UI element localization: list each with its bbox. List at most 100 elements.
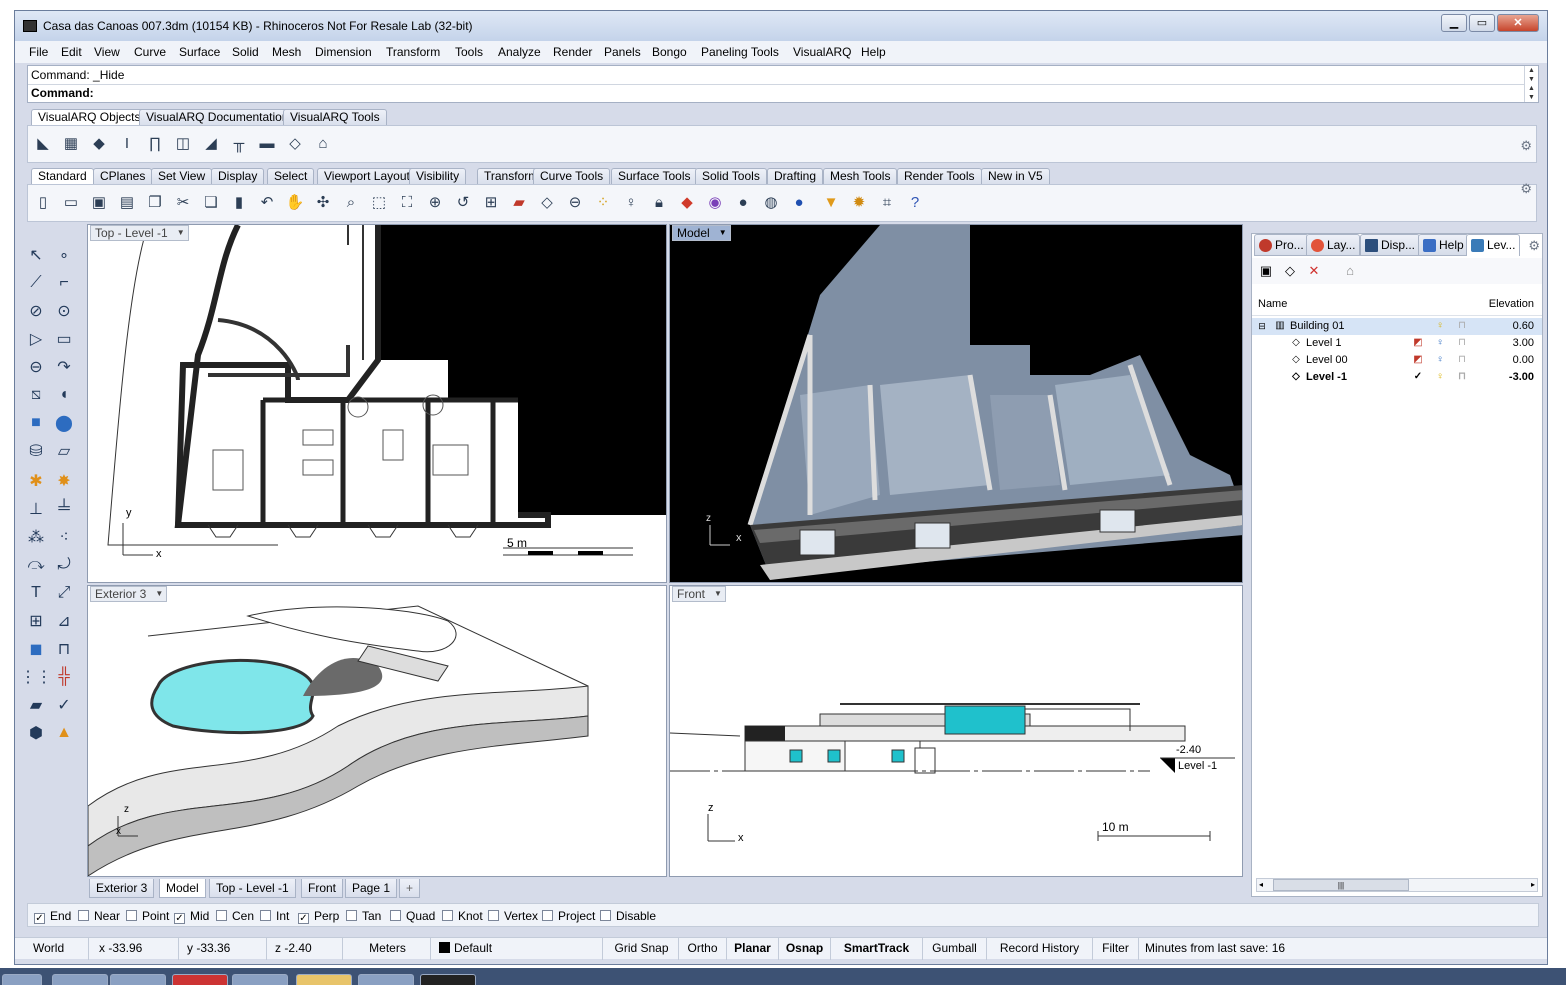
solid-icon[interactable]: ⬢ (23, 720, 49, 746)
tab-standard[interactable]: Standard (31, 168, 94, 184)
tab-curve-tools[interactable]: Curve Tools (533, 168, 611, 184)
tab-new-in-v5[interactable]: New in V5 (981, 168, 1050, 184)
tab-solid-tools[interactable]: Solid Tools (695, 168, 767, 184)
check-icon[interactable]: ✓ (51, 692, 77, 718)
column-name[interactable]: Name (1258, 298, 1287, 310)
minimize-button[interactable]: ▁ (1441, 14, 1467, 32)
tab-visualarq-tools[interactable]: VisualARQ Tools (283, 109, 387, 125)
level-row[interactable]: ⊟ ▥ Building 01 ♀ ⊓ 0.60 (1252, 318, 1542, 335)
text-icon[interactable]: T (23, 580, 49, 606)
light-bulb-icon[interactable]: ♀ (1434, 354, 1446, 366)
box-icon[interactable]: ■ (23, 410, 49, 436)
lock-icon[interactable]: ⊓ (1456, 371, 1468, 383)
layer-icon[interactable]: ◆ (676, 191, 698, 213)
array-icon[interactable]: ⁖ (51, 524, 77, 550)
stair-icon[interactable]: ◢ (200, 132, 222, 154)
zoom-extents-icon[interactable]: ⛶ (396, 191, 418, 213)
viewport-front[interactable]: Front ▼ -2.40 Level -1 10 m z x (669, 585, 1243, 877)
paste-icon[interactable]: ▮ (228, 191, 250, 213)
warning-icon[interactable]: ▲ (51, 720, 77, 746)
light-bulb-icon[interactable]: ♀ (1434, 371, 1446, 383)
mesh-icon[interactable]: ▱ (51, 438, 77, 464)
menu-curve[interactable]: Curve (134, 45, 166, 59)
osnap-end[interactable]: ✓ End (34, 909, 71, 924)
car-icon[interactable]: ▰ (508, 191, 530, 213)
new-building-icon[interactable]: ▣ (1258, 263, 1274, 279)
viewport-front-label[interactable]: Front ▼ (672, 586, 727, 602)
window-icon[interactable]: ◫ (172, 132, 194, 154)
current-level-icon[interactable]: ✓ (1412, 371, 1424, 383)
tab-drafting[interactable]: Drafting (767, 168, 824, 184)
undo-view-icon[interactable]: ↺ (452, 191, 474, 213)
scroll-thumb[interactable]: ||| (1273, 879, 1409, 891)
material-icon[interactable]: ● (788, 191, 810, 213)
menu-help[interactable]: Help (861, 45, 886, 59)
osnap-project[interactable]: Project (542, 909, 595, 923)
light-bulb-icon[interactable]: ♀ (1434, 337, 1446, 349)
tab-levels[interactable]: Lev... (1466, 234, 1521, 256)
levels-horizontal-scrollbar[interactable]: ◂ ||| ▸ (1256, 878, 1538, 892)
railing-icon[interactable]: ╥ (228, 132, 250, 154)
status-gumball[interactable]: Gumball (923, 938, 987, 960)
tab-visualarq-documentation[interactable]: VisualARQ Documentation (139, 109, 296, 125)
tab-select[interactable]: Select (267, 168, 315, 184)
close-button[interactable]: ✕ (1497, 14, 1539, 32)
block-icon[interactable]: ⊞ (23, 608, 49, 634)
status-ortho[interactable]: Ortho (679, 938, 727, 960)
house-icon[interactable]: ⌂ (1342, 263, 1358, 279)
viewport-top-label[interactable]: Top - Level -1 ▼ (90, 225, 189, 241)
polygon-icon[interactable]: ▷ (23, 326, 49, 352)
sheet-icon[interactable]: ▰ (23, 692, 49, 718)
checkbox-icon[interactable] (442, 910, 453, 921)
options-icon[interactable]: ✹ (848, 191, 870, 213)
status-smarttrack[interactable]: SmartTrack (831, 938, 923, 960)
osnap-tan[interactable]: Tan (346, 909, 381, 923)
checkbox-icon[interactable]: ✓ (298, 913, 309, 924)
beam-icon[interactable]: ▬ (256, 132, 278, 154)
help-icon[interactable]: ? (904, 191, 926, 213)
zoom-icon[interactable]: ⌕ (340, 191, 362, 213)
status-planar[interactable]: Planar (727, 938, 779, 960)
menu-solid[interactable]: Solid (232, 45, 259, 59)
group-icon[interactable]: ⁂ (23, 524, 49, 550)
tab-help[interactable]: Help (1418, 234, 1469, 256)
level-row[interactable]: ◇ Level 00 ◩ ♀ ⊓ 0.00 (1252, 352, 1542, 369)
gear-icon[interactable]: ⚙ (1520, 138, 1532, 154)
edit-points-icon[interactable]: ⊿ (51, 608, 77, 634)
vp-tab-page-1[interactable]: Page 1 (345, 879, 398, 898)
menu-analyze[interactable]: Analyze (498, 45, 541, 59)
chevron-down-icon[interactable]: ▼ (713, 588, 723, 600)
gear-icon[interactable]: ⚙ (1520, 181, 1532, 197)
status-units[interactable]: Meters (345, 938, 431, 960)
light-bulb-icon[interactable]: ✱ (23, 468, 49, 494)
tab-cplanes[interactable]: CPlanes (93, 168, 153, 184)
status-grid-snap[interactable]: Grid Snap (605, 938, 679, 960)
collapse-icon[interactable]: ⊟ (1256, 320, 1268, 332)
checkbox-icon[interactable]: ✓ (34, 913, 45, 924)
taskbar-app[interactable] (110, 974, 166, 985)
select-arrow-icon[interactable]: ↖ (23, 242, 49, 268)
viewport-model-label[interactable]: Model ▼ (672, 225, 731, 241)
taskbar-app[interactable] (420, 974, 476, 985)
lock-icon[interactable]: ⊓ (1456, 337, 1468, 349)
checkbox-icon[interactable] (260, 910, 271, 921)
checkbox-icon[interactable] (78, 910, 89, 921)
viewport-exterior[interactable]: Exterior 3 ▼ z x (87, 585, 667, 877)
roof-icon[interactable]: ◇ (284, 132, 306, 154)
import-icon[interactable]: ❐ (144, 191, 166, 213)
checkbox-icon[interactable] (600, 910, 611, 921)
tab-display[interactable]: Display (211, 168, 265, 184)
cplane-icon[interactable]: ◇ (536, 191, 558, 213)
start-button[interactable] (2, 974, 42, 985)
move-icon[interactable]: ⤼ (23, 552, 49, 578)
tab-set-view[interactable]: Set View (151, 168, 213, 184)
cut-icon[interactable]: ✂ (172, 191, 194, 213)
wall-icon[interactable]: ◣ (32, 132, 54, 154)
vp-tab-front[interactable]: Front (301, 879, 344, 898)
menu-paneling-tools[interactable]: Paneling Tools (701, 45, 779, 59)
polyline-icon[interactable]: ⟋ (23, 270, 49, 296)
checkbox-icon[interactable] (216, 910, 227, 921)
column-elevation[interactable]: Elevation (1489, 298, 1534, 310)
properties-icon[interactable]: ⌗ (876, 191, 898, 213)
arc-icon[interactable]: ⊖ (23, 354, 49, 380)
